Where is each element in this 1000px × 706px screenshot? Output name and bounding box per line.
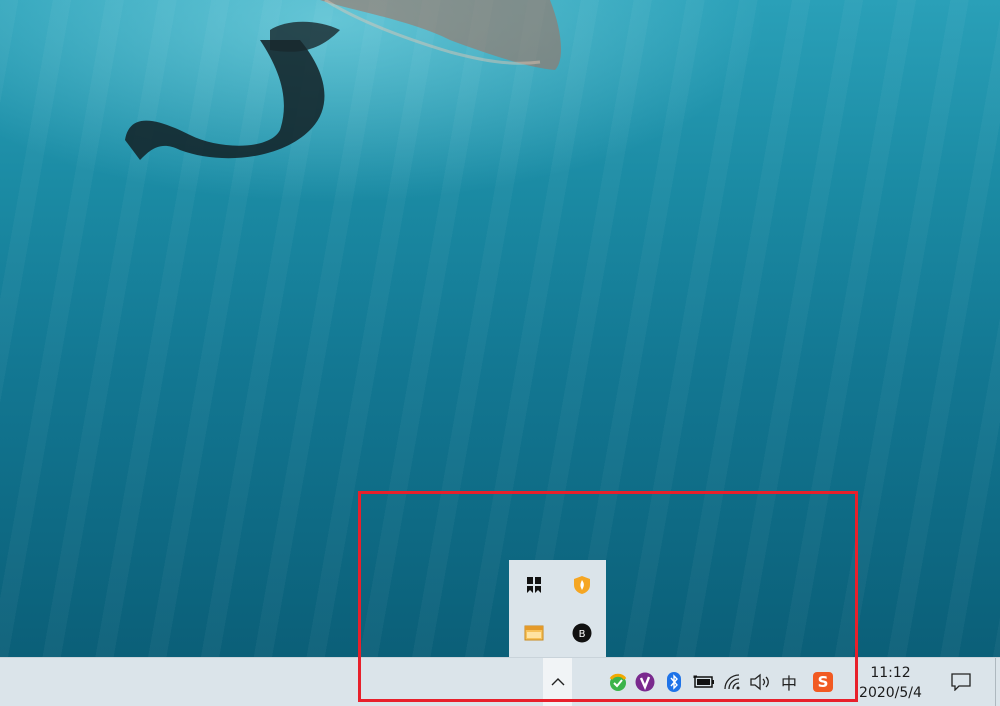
show-hidden-icons-button[interactable] xyxy=(543,658,572,706)
wifi-icon[interactable] xyxy=(720,670,744,694)
action-center-button[interactable] xyxy=(945,658,977,706)
show-desktop-button[interactable] xyxy=(995,658,1000,706)
v-circle-app-icon[interactable] xyxy=(633,670,657,694)
hidden-icons-flyout: B xyxy=(509,560,606,657)
shield-security-icon[interactable] xyxy=(558,561,606,609)
chevron-up-icon xyxy=(551,678,564,686)
desktop-wallpaper xyxy=(0,0,1000,657)
bookmark-app-icon[interactable] xyxy=(510,561,558,609)
clock-date: 2020/5/4 xyxy=(859,685,922,701)
clock-time: 11:12 xyxy=(870,665,911,681)
sogou-label: S xyxy=(813,672,833,692)
battery-icon[interactable] xyxy=(692,670,716,694)
notification-icon xyxy=(951,673,971,691)
system-clock[interactable]: 11:12 2020/5/4 xyxy=(848,662,933,704)
ime-chinese-indicator[interactable]: 中 xyxy=(777,670,801,694)
swimmer-silhouette xyxy=(125,0,562,160)
window-app-icon[interactable] xyxy=(510,609,558,657)
taskbar: 中 S 11:12 2020/5/4 xyxy=(0,657,1000,706)
sogou-input-icon[interactable]: S xyxy=(811,670,835,694)
svg-text:B: B xyxy=(579,629,586,640)
bluetooth-icon[interactable] xyxy=(662,670,686,694)
b-circle-app-icon[interactable]: B xyxy=(558,609,606,657)
green-check-shield-icon[interactable] xyxy=(606,670,630,694)
volume-icon[interactable] xyxy=(748,670,772,694)
